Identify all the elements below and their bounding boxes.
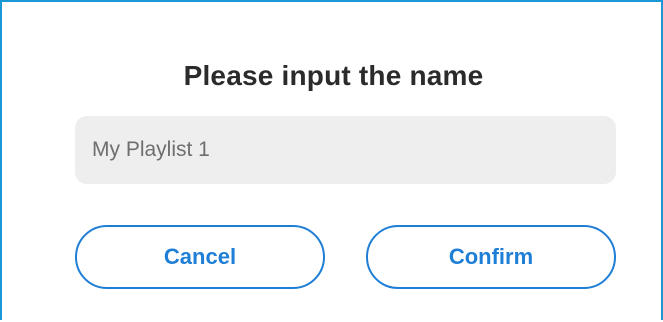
confirm-button[interactable]: Confirm <box>366 225 616 289</box>
playlist-name-input[interactable] <box>75 116 616 184</box>
name-input-dialog: Please input the name Cancel Confirm <box>2 2 663 322</box>
window-frame: Please input the name Cancel Confirm <box>0 0 663 320</box>
dialog-title: Please input the name <box>183 60 484 91</box>
cancel-button[interactable]: Cancel <box>75 225 325 289</box>
